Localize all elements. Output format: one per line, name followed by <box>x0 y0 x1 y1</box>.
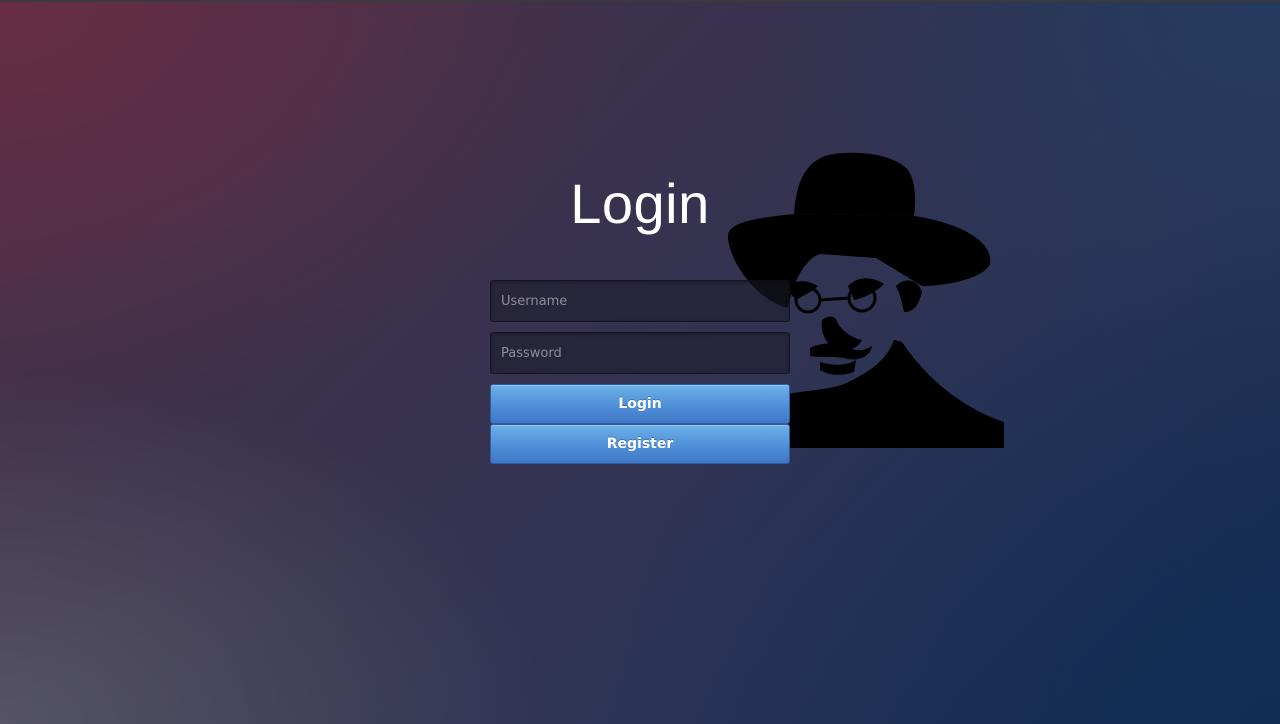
login-form: Login Login Register <box>490 160 790 464</box>
password-input[interactable] <box>490 332 790 374</box>
page-title: Login <box>570 172 710 235</box>
window-top-border <box>0 0 1280 2</box>
username-input[interactable] <box>490 280 790 322</box>
register-button[interactable]: Register <box>490 424 790 464</box>
login-button[interactable]: Login <box>490 384 790 424</box>
